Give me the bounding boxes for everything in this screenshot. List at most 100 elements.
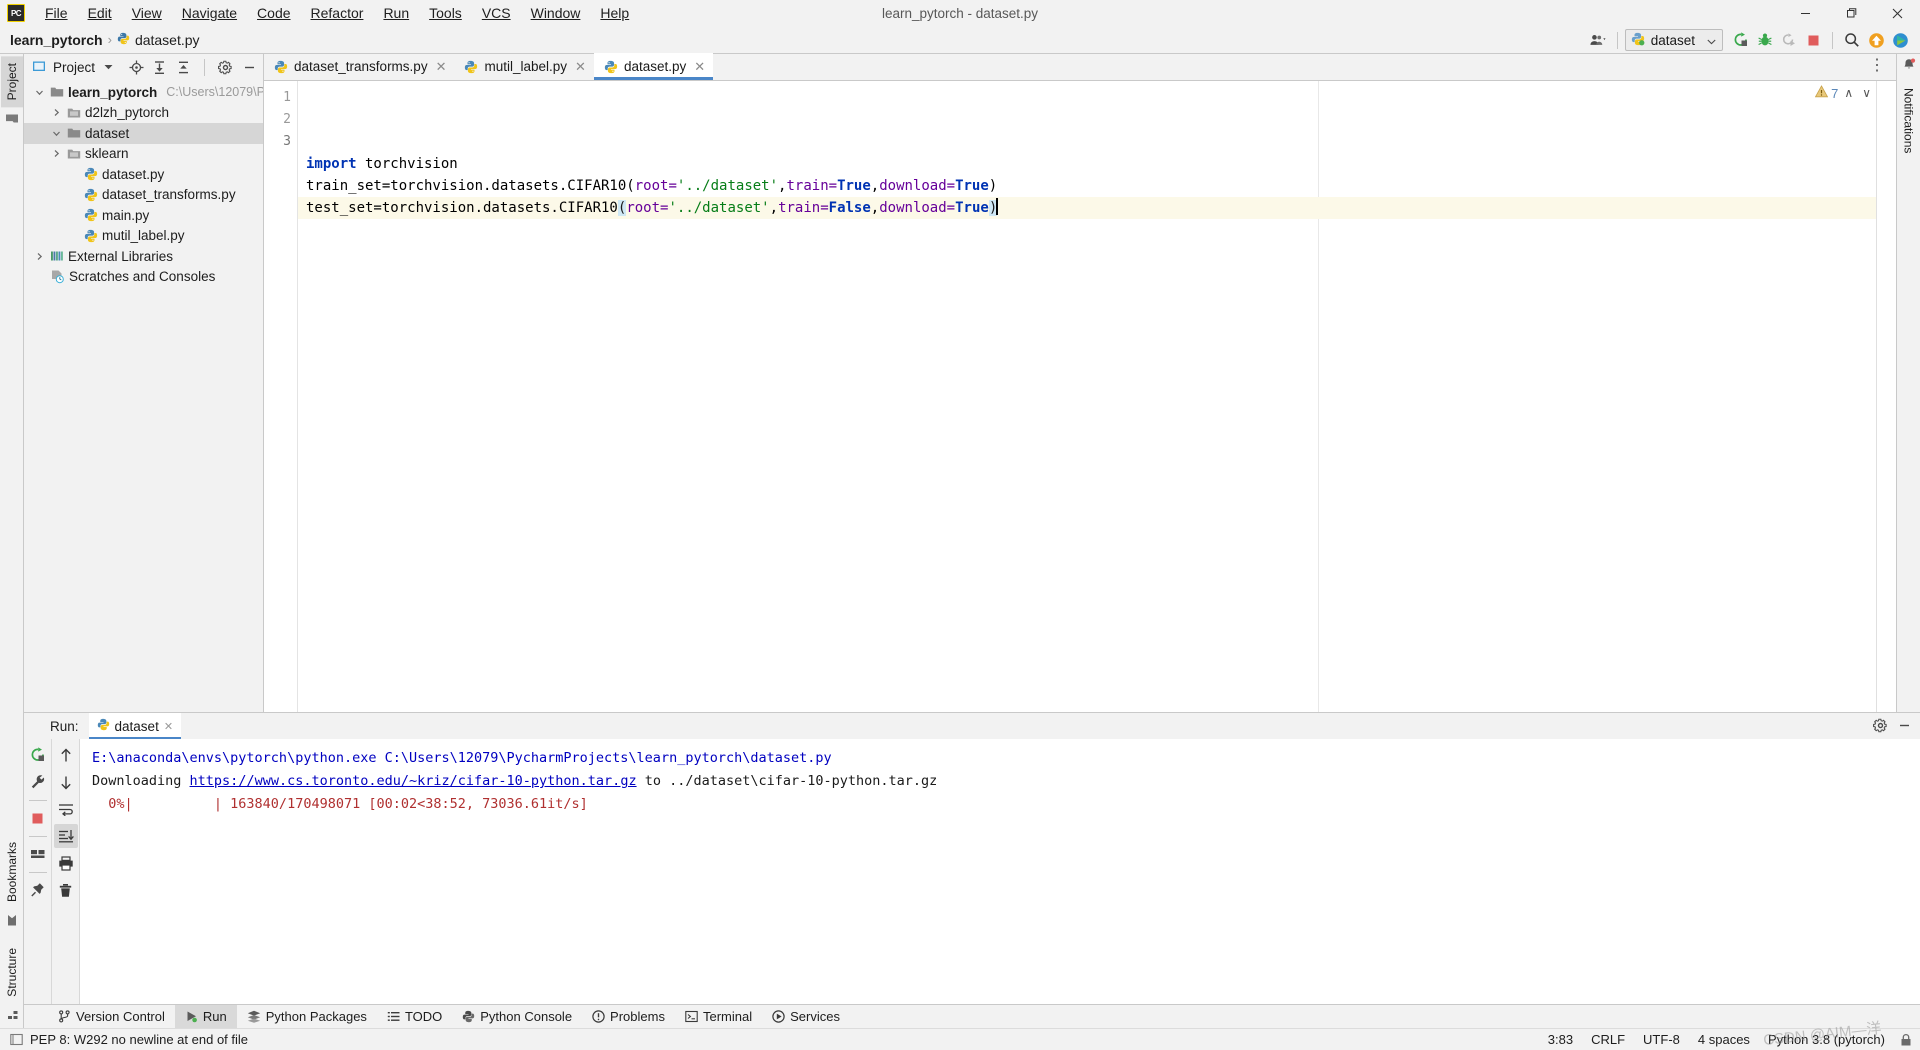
tree-node-external-libraries[interactable]: External Libraries [24,246,263,267]
run-tab-dataset[interactable]: dataset ✕ [88,713,182,739]
tree-node-dataset[interactable]: dataset [24,123,263,144]
close-icon[interactable]: ✕ [164,720,173,733]
chevron-down-icon[interactable] [99,57,119,77]
close-button[interactable] [1874,0,1920,26]
tree-node-dataset-py[interactable]: dataset.py [24,164,263,185]
user-settings-icon[interactable] [1586,28,1610,52]
toolwindow-button-todo[interactable]: TODO [377,1005,452,1029]
gear-icon[interactable] [216,57,236,77]
menu-refactor[interactable]: Refactor [301,2,374,24]
editor-tab-mutil-label-py[interactable]: mutil_label.py ✕ [454,53,593,80]
editor-tab-dataset-transforms-py[interactable]: dataset_transforms.py ✕ [264,53,454,80]
stop-icon[interactable] [26,806,50,830]
rail-tab-notifications[interactable]: Notifications [1898,81,1920,160]
toolwindow-button-problems[interactable]: Problems [582,1005,675,1029]
gear-icon[interactable] [1870,715,1890,735]
tree-twisty-down-icon[interactable] [49,129,63,138]
toolwindow-button-python-packages[interactable]: Python Packages [237,1005,377,1029]
tree-twisty-right-icon[interactable] [32,252,46,261]
menu-code[interactable]: Code [247,2,300,24]
trash-icon[interactable] [54,878,78,902]
editor-tabs-overflow[interactable]: ⋮ [1863,56,1892,76]
wrench-icon[interactable] [26,770,50,794]
toolwindow-button-version-control[interactable]: Version Control [48,1005,175,1029]
tree-node-dataset-transforms-py[interactable]: dataset_transforms.py [24,185,263,206]
tree-twisty-down-icon[interactable] [32,88,46,97]
file-encoding[interactable]: UTF-8 [1634,1032,1689,1047]
menu-file[interactable]: File [35,2,78,24]
menu-navigate[interactable]: Navigate [172,2,247,24]
debug-icon[interactable] [1753,28,1777,52]
indent-setting[interactable]: 4 spaces [1689,1032,1759,1047]
code-content[interactable]: import torchvision train_set=torchvision.… [298,81,1876,712]
toolwindow-button-run[interactable]: Run [174,1004,237,1029]
menu-vcs[interactable]: VCS [472,2,521,24]
lock-icon[interactable] [1898,1032,1914,1048]
tree-node-mutil-label-py[interactable]: mutil_label.py [24,226,263,247]
next-problem-icon[interactable]: ∨ [1859,86,1874,100]
more-options-icon[interactable]: ⋮ [1863,56,1892,76]
maximize-button[interactable] [1828,0,1874,26]
editor-tab-dataset-py[interactable]: dataset.py ✕ [593,53,714,80]
tree-node-learn-pytorch[interactable]: learn_pytorch C:\Users\12079\Pyc [24,82,263,103]
menu-run[interactable]: Run [373,2,419,24]
tree-node-scratches-and-consoles[interactable]: Scratches and Consoles [24,267,263,288]
close-icon[interactable]: ✕ [436,59,447,75]
up-arrow-icon[interactable] [54,743,78,767]
rerun-icon[interactable] [1729,28,1753,52]
left-rail-bottom: Bookmarks Structure [1,835,23,1026]
line-separator[interactable]: CRLF [1582,1032,1634,1047]
tree-node-d2lzh-pytorch[interactable]: d2lzh_pytorch [24,103,263,124]
console-output[interactable]: E:\anaconda\envs\pytorch\python.exe C:\U… [80,739,1920,1004]
tree-node-sklearn[interactable]: sklearn [24,144,263,165]
tree-twisty-right-icon[interactable] [49,149,63,158]
coverage-icon[interactable] [1777,28,1801,52]
rail-tab-project[interactable]: Project [0,56,23,108]
menu-help[interactable]: Help [590,2,639,24]
menu-window[interactable]: Window [521,2,591,24]
python-icon [84,167,98,181]
ide-features-icon[interactable] [1888,28,1912,52]
stop-icon[interactable] [1801,28,1825,52]
layout-icon[interactable] [26,842,50,866]
rail-tab-bookmarks[interactable]: Bookmarks [1,835,23,909]
rail-tab-structure[interactable]: Structure [1,941,23,1004]
prev-problem-icon[interactable]: ∧ [1841,86,1856,100]
toolwindow-button-services[interactable]: Services [762,1005,850,1029]
tree-node-label: d2lzh_pytorch [85,105,170,121]
breadcrumb-project[interactable]: learn_pytorch [10,32,103,48]
breadcrumb-file[interactable]: dataset.py [117,32,200,48]
rerun-icon[interactable] [26,743,50,767]
menu-view[interactable]: View [122,2,172,24]
caret-position[interactable]: 3:83 [1539,1032,1582,1047]
down-arrow-icon[interactable] [54,770,78,794]
scroll-to-end-icon[interactable] [53,824,78,848]
update-project-icon[interactable] [1864,28,1888,52]
pin-icon[interactable] [26,878,50,902]
search-icon[interactable] [1840,28,1864,52]
toolwindow-button-python-console[interactable]: Python Console [452,1005,582,1029]
menu-tools[interactable]: Tools [419,2,472,24]
hide-panel-icon[interactable] [240,57,260,77]
toolwindow-button-terminal[interactable]: Terminal [675,1005,762,1029]
title-bar: PC File Edit View Navigate Code Refactor… [0,0,1920,26]
menu-edit[interactable]: Edit [78,2,122,24]
tree-twisty-right-icon[interactable] [49,108,63,117]
print-icon[interactable] [54,851,78,875]
run-configuration-selector[interactable]: dataset [1624,29,1723,51]
soft-wrap-icon[interactable] [54,797,78,821]
close-icon[interactable]: ✕ [575,59,586,75]
expand-all-icon[interactable] [150,57,170,77]
notifications-icon[interactable] [1902,58,1916,75]
minimize-button[interactable] [1782,0,1828,26]
console-link[interactable]: https://www.cs.toronto.edu/~kriz/cifar-1… [190,773,637,789]
locate-file-icon[interactable] [127,57,147,77]
collapse-all-icon[interactable] [174,57,194,77]
python-interpreter[interactable]: Python 3.8 (pytorch) [1759,1032,1894,1047]
inspection-scrollbar[interactable] [1876,81,1896,712]
python-file-icon [274,60,288,74]
close-icon[interactable]: ✕ [694,59,705,75]
hide-panel-icon[interactable] [1894,715,1914,735]
inspection-widget[interactable]: 7 ∧ ∨ [1814,85,1874,101]
tree-node-main-py[interactable]: main.py [24,205,263,226]
